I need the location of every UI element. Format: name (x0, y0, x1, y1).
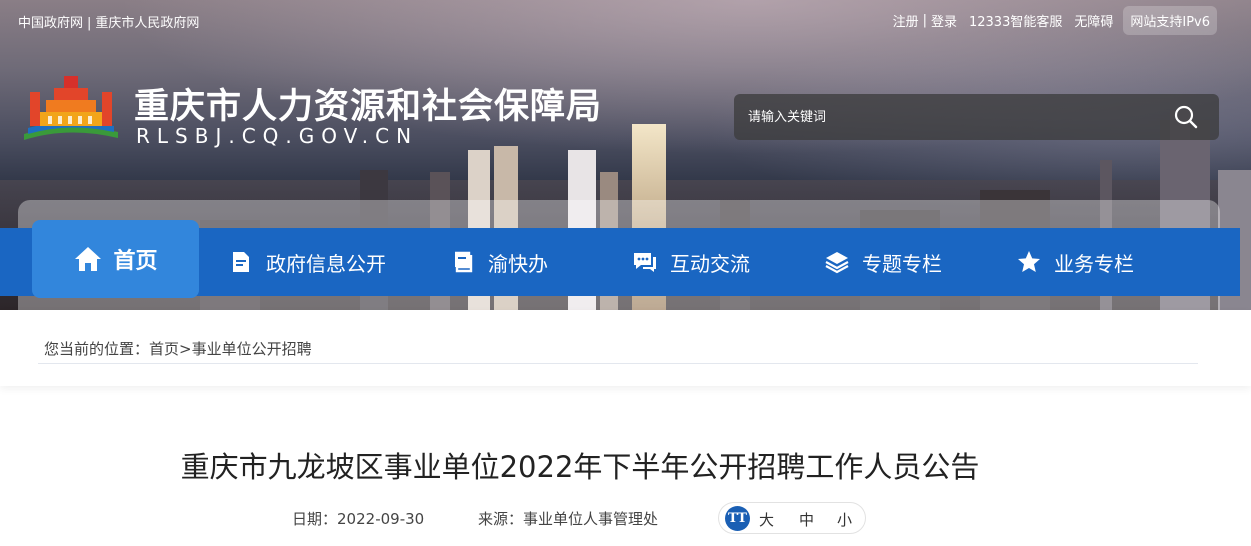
breadcrumb-current-link[interactable]: 事业单位公开招聘 (192, 340, 312, 358)
font-size-switcher: TT 大 中 小 (718, 502, 866, 534)
source-label: 来源： (478, 510, 524, 528)
home-icon (75, 247, 102, 271)
accessibility-link[interactable]: 无障碍 (1074, 11, 1113, 30)
layers-icon (825, 252, 849, 274)
source-value: 事业单位人事管理处 (523, 510, 659, 528)
font-size-large-button[interactable]: 大 (759, 509, 774, 530)
login-link[interactable]: 登录 (931, 11, 957, 30)
font-size-icon: TT (725, 506, 750, 531)
hotline-link[interactable]: 12333智能客服 (969, 11, 1062, 30)
chat-icon (634, 253, 656, 272)
star-icon (1018, 251, 1040, 272)
nav-item-label: 业务专栏 (1054, 251, 1134, 276)
search-box (734, 94, 1219, 140)
top-utility-bar: 中国政府网 | 重庆市人民政府网 注册 | 登录 12333智能客服 无障碍 网站支… (0, 0, 1251, 40)
breadcrumb-home-link[interactable]: 首页 (149, 340, 179, 358)
nav-item-yukuaiban[interactable]: 渝快办 (450, 228, 548, 296)
nav-item-label: 首页 (113, 249, 158, 274)
site-title: 重庆市人力资源和社会保障局 (134, 87, 603, 127)
breadcrumb-divider (38, 363, 1198, 364)
nav-item-label: 互动交流 (670, 251, 750, 276)
gov-cn-link[interactable]: 中国政府网 (18, 16, 83, 31)
font-size-small-button[interactable]: 小 (837, 509, 852, 530)
date-label: 日期： (292, 510, 338, 528)
font-size-medium-button[interactable]: 中 (799, 509, 814, 530)
divider: | (922, 12, 927, 28)
nav-item-business[interactable]: 业务专栏 (1016, 228, 1134, 296)
date-value: 2022-09-30 (337, 510, 425, 528)
ipv6-badge: 网站支持IPv6 (1123, 5, 1217, 35)
nav-item-label: 政府信息公开 (266, 251, 386, 276)
register-link[interactable]: 注册 (893, 11, 919, 30)
site-domain: RLSBJ.CQ.GOV.CN (136, 124, 419, 148)
top-right-links: 注册 | 登录 12333智能客服 无障碍 网站支持IPv6 (893, 5, 1217, 35)
nav-item-label: 渝快办 (488, 251, 548, 276)
nav-item-interaction[interactable]: 互动交流 (632, 228, 750, 296)
breadcrumb-separator: > (179, 340, 192, 358)
divider: | (87, 16, 92, 31)
breadcrumb-prefix: 您当前的位置： (44, 340, 150, 358)
nav-item-home[interactable]: 首页 (32, 220, 199, 298)
top-left-links: 中国政府网 | 重庆市人民政府网 (18, 12, 199, 31)
article-date: 日期：2022-09-30 (292, 508, 424, 529)
article-title: 重庆市九龙坡区事业单位2022年下半年公开招聘工作人员公告 (180, 450, 980, 484)
article-source: 来源：事业单位人事管理处 (478, 508, 658, 529)
government-building-logo-icon (24, 76, 118, 140)
document-icon (233, 252, 249, 272)
book-icon (455, 251, 473, 273)
search-input[interactable] (748, 102, 1148, 132)
breadcrumb-bar: 您当前的位置：首页>事业单位公开招聘 (0, 310, 1251, 386)
nav-item-label: 专题专栏 (862, 251, 942, 276)
cq-gov-link[interactable]: 重庆市人民政府网 (95, 16, 199, 31)
search-icon[interactable] (1173, 104, 1199, 130)
nav-item-special-topics[interactable]: 专题专栏 (824, 228, 942, 296)
breadcrumb: 您当前的位置：首页>事业单位公开招聘 (44, 338, 312, 359)
page: 中国政府网 | 重庆市人民政府网 注册 | 登录 12333智能客服 无障碍 网站支… (0, 0, 1251, 546)
nav-item-gov-info[interactable]: 政府信息公开 (228, 228, 386, 296)
